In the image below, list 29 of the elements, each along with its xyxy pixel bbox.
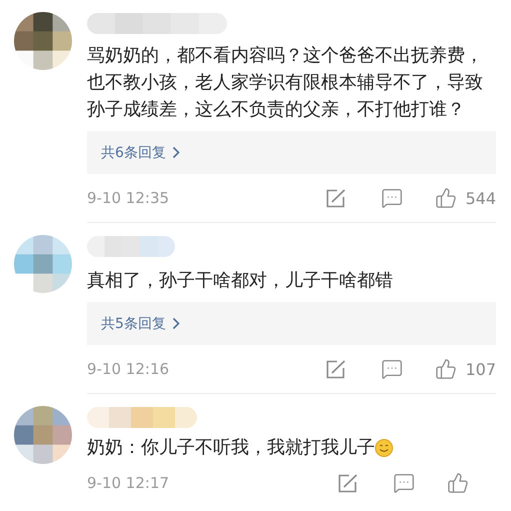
- comment-text: 真相了，孙子干啥都对，儿子干啥都错: [87, 269, 394, 293]
- like-count: 107: [465, 360, 496, 378]
- replies-link[interactable]: 共6条回复: [101, 144, 180, 162]
- comment-time: 9-10 12:16: [87, 360, 170, 378]
- like-count: 544: [465, 188, 496, 208]
- reply-button[interactable]: [393, 472, 415, 494]
- like-button[interactable]: 544: [435, 187, 496, 209]
- reply-button[interactable]: [381, 187, 404, 209]
- comment-icon: [381, 358, 404, 380]
- replies-link[interactable]: 共5条回复: [101, 314, 180, 332]
- thumbs-up-icon: [447, 472, 469, 494]
- share-button[interactable]: [326, 360, 346, 378]
- chevron-icon: [172, 146, 180, 159]
- reply-button[interactable]: [381, 358, 404, 380]
- comment-text: 奶奶：你儿子不听我，我就打我儿子: [87, 436, 375, 460]
- chevron-icon: [172, 317, 180, 330]
- thumbs-up-icon: [435, 358, 458, 380]
- share-button[interactable]: [326, 188, 346, 208]
- thumbs-up-icon: [435, 187, 458, 209]
- share-icon: [326, 188, 346, 208]
- comment-time: 9-10 12:17: [87, 474, 170, 492]
- comment-icon: [393, 472, 415, 494]
- share-button[interactable]: [338, 474, 358, 492]
- comment-icon: [381, 187, 404, 209]
- comment-time: 9-10 12:35: [87, 189, 170, 207]
- share-icon: [338, 474, 358, 492]
- share-icon: [326, 360, 346, 378]
- comment-text: 骂奶奶的，都不看内容吗？这个爸爸不出抚养费，也不教小孩，老人家学识有限根本辅导不了，导致孙子成绩差，这么不负责的父亲，不打他打谁？: [87, 44, 484, 122]
- like-button[interactable]: 107: [435, 358, 496, 380]
